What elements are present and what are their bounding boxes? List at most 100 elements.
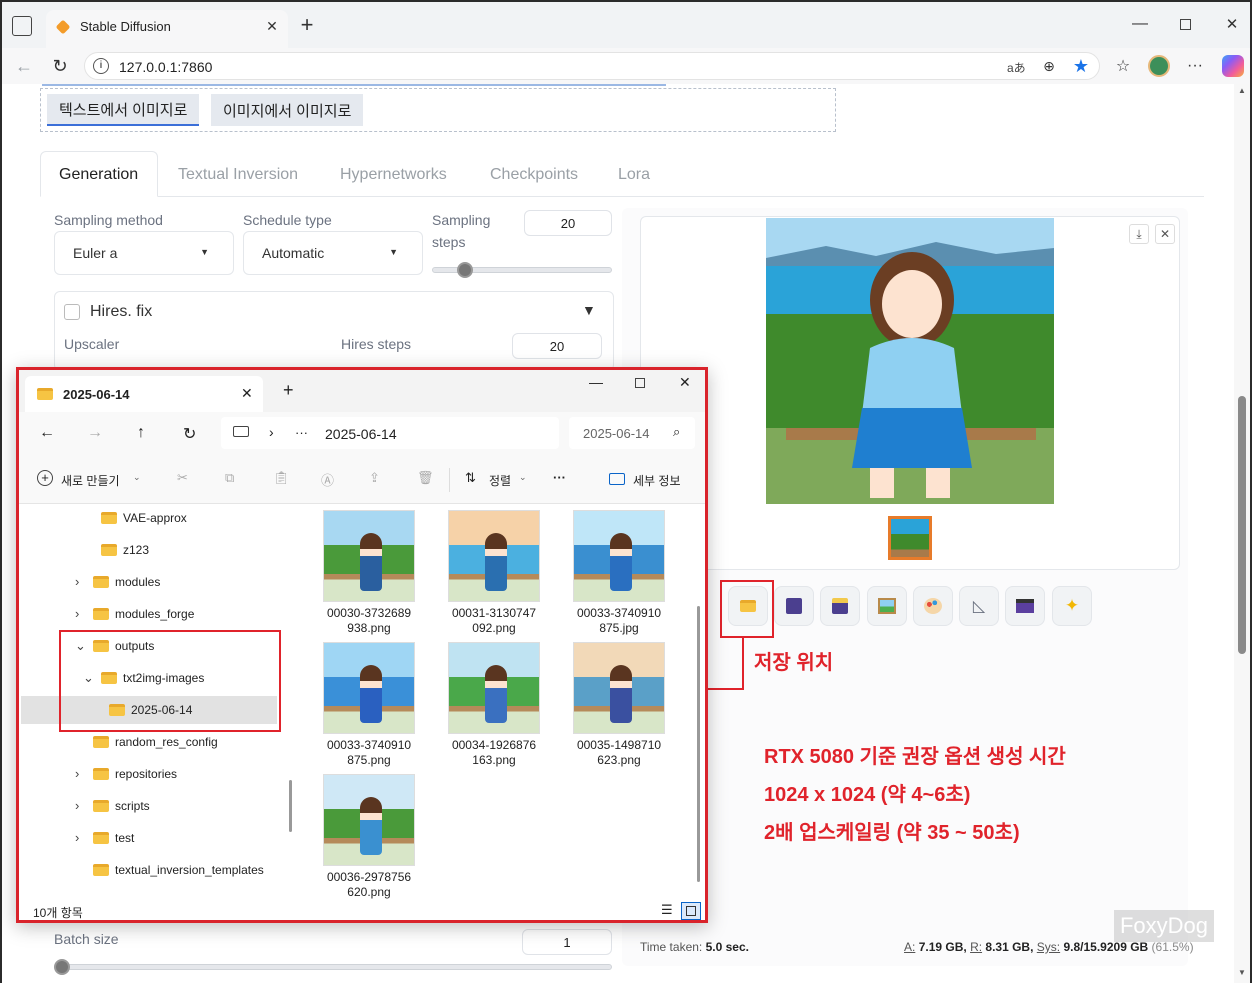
- hires-steps-input[interactable]: 20: [512, 333, 602, 359]
- scroll-up-icon[interactable]: ▲: [1238, 86, 1246, 95]
- file-name[interactable]: 00031-3130747 092.png: [439, 606, 549, 636]
- download-icon[interactable]: ⤓: [1129, 224, 1149, 244]
- sort-button[interactable]: 정렬: [489, 472, 511, 489]
- tree-item[interactable]: VAE-approx: [21, 504, 277, 532]
- forward-icon[interactable]: →: [87, 424, 103, 442]
- new-tab-button[interactable]: +: [296, 12, 318, 37]
- breadcrumb-current[interactable]: 2025-06-14: [325, 426, 397, 442]
- up-icon[interactable]: ↑: [137, 424, 145, 442]
- tab-textual-inversion[interactable]: Textual Inversion: [178, 166, 298, 184]
- details-view-icon[interactable]: ☰: [661, 902, 673, 918]
- file-name[interactable]: 00036-2978756 620.png: [314, 870, 424, 900]
- sampling-method-dropdown[interactable]: Euler a ▼: [54, 231, 234, 275]
- page-scrollbar[interactable]: ▲ ▼: [1234, 84, 1250, 983]
- more-menu-icon[interactable]: ···: [1184, 55, 1206, 77]
- batch-size-slider[interactable]: [54, 964, 612, 970]
- send-to-img2img-button[interactable]: [867, 586, 907, 626]
- file-name[interactable]: 00034-1926876 163.png: [439, 738, 549, 768]
- breadcrumb[interactable]: › ··· 2025-06-14: [221, 417, 559, 449]
- maximize-icon[interactable]: [635, 378, 645, 388]
- read-aloud-icon[interactable]: aあ: [1007, 59, 1026, 76]
- sampling-steps-slider-handle[interactable]: [456, 262, 473, 278]
- details-button[interactable]: 세부 정보: [633, 472, 681, 489]
- chevron-right-icon[interactable]: ›: [75, 766, 79, 781]
- tab-hypernetworks[interactable]: Hypernetworks: [340, 166, 447, 184]
- tree-item[interactable]: z123: [21, 536, 277, 564]
- zip-save-button[interactable]: [820, 586, 860, 626]
- tree-item[interactable]: › modules_forge: [21, 600, 277, 628]
- collapse-triangle-icon[interactable]: ▼: [582, 302, 596, 318]
- more-options-button[interactable]: ···: [553, 470, 566, 485]
- file-name[interactable]: 00033-3740910 875.jpg: [564, 606, 674, 636]
- breadcrumb-ellipsis[interactable]: ···: [295, 425, 308, 440]
- close-window-icon[interactable]: ✕: [1222, 14, 1242, 34]
- scroll-down-icon[interactable]: ▼: [1238, 968, 1246, 977]
- chevron-right-icon[interactable]: ›: [75, 574, 79, 589]
- send-to-inpaint-button[interactable]: [913, 586, 953, 626]
- grid-scrollbar[interactable]: [697, 606, 700, 882]
- delete-icon[interactable]: 🗑︎: [417, 470, 434, 486]
- site-info-icon[interactable]: i: [93, 58, 109, 74]
- tree-item[interactable]: › test: [21, 824, 277, 852]
- back-icon[interactable]: ←: [12, 54, 36, 78]
- tree-item[interactable]: › scripts: [21, 792, 277, 820]
- profile-avatar[interactable]: [1148, 55, 1170, 77]
- new-button[interactable]: 새로 만들기: [61, 472, 120, 489]
- close-tab-icon[interactable]: ✕: [241, 385, 253, 402]
- copy-icon[interactable]: ⧉: [225, 470, 234, 486]
- save-button[interactable]: [774, 586, 814, 626]
- file-thumbnail[interactable]: [323, 642, 415, 734]
- tab-generation[interactable]: Generation: [40, 151, 158, 197]
- schedule-type-dropdown[interactable]: Automatic ▼: [243, 231, 423, 275]
- chevron-right-icon[interactable]: ›: [75, 798, 79, 813]
- chevron-right-icon[interactable]: ›: [75, 606, 79, 621]
- file-name[interactable]: 00035-1498710 623.png: [564, 738, 674, 768]
- file-thumbnail[interactable]: [448, 642, 540, 734]
- address-bar[interactable]: i 127.0.0.1:7860 aあ ⊕ ★: [84, 52, 1100, 80]
- file-thumbnail[interactable]: [323, 774, 415, 866]
- file-thumbnail[interactable]: [448, 510, 540, 602]
- scroll-thumb[interactable]: [1238, 396, 1246, 654]
- back-icon[interactable]: ←: [39, 424, 55, 442]
- file-thumbnail[interactable]: [573, 510, 665, 602]
- refresh-icon[interactable]: ↻: [183, 424, 196, 444]
- file-name[interactable]: 00033-3740910 875.png: [314, 738, 424, 768]
- new-tab-button[interactable]: +: [283, 380, 294, 401]
- tab-lora[interactable]: Lora: [618, 166, 650, 184]
- minimize-icon[interactable]: —: [1130, 14, 1150, 34]
- large-icons-view-icon[interactable]: [681, 902, 701, 920]
- tree-scrollbar[interactable]: [289, 780, 292, 832]
- tree-item[interactable]: textual_inversion_templates: [21, 856, 277, 884]
- minimize-icon[interactable]: —: [589, 374, 603, 390]
- close-tab-icon[interactable]: ✕: [262, 16, 282, 36]
- file-thumbnail[interactable]: [573, 642, 665, 734]
- explorer-tab[interactable]: 2025-06-14 ✕: [25, 376, 263, 412]
- url-text[interactable]: 127.0.0.1:7860: [119, 59, 212, 75]
- tree-item[interactable]: › repositories: [21, 760, 277, 788]
- maximize-icon[interactable]: [1180, 19, 1191, 30]
- refresh-icon[interactable]: ↻: [48, 54, 72, 78]
- sparkle-button[interactable]: ✦: [1052, 586, 1092, 626]
- hires-fix-checkbox[interactable]: [64, 304, 80, 320]
- gallery-thumbnail[interactable]: [888, 516, 932, 560]
- chevron-right-icon[interactable]: ›: [75, 830, 79, 845]
- search-box[interactable]: 2025-06-14 ⌕: [569, 417, 695, 449]
- sampling-steps-input[interactable]: 20: [524, 210, 612, 236]
- zoom-icon[interactable]: ⊕: [1040, 57, 1058, 75]
- close-image-icon[interactable]: ✕: [1155, 224, 1175, 244]
- tab-actions-icon[interactable]: [12, 16, 32, 36]
- generated-image[interactable]: [766, 218, 1054, 504]
- copilot-icon[interactable]: [1222, 55, 1244, 77]
- file-thumbnail[interactable]: [323, 510, 415, 602]
- cut-icon[interactable]: ✂: [177, 470, 188, 486]
- tree-item[interactable]: random_res_config: [21, 728, 277, 756]
- batch-size-input[interactable]: 1: [522, 929, 612, 955]
- close-window-icon[interactable]: ✕: [679, 374, 691, 391]
- file-name[interactable]: 00030-3732689 938.png: [314, 606, 424, 636]
- paste-icon[interactable]: 📋︎: [273, 470, 290, 486]
- send-to-video-button[interactable]: [1005, 586, 1045, 626]
- tab-img2img[interactable]: 이미지에서 이미지로: [211, 94, 364, 126]
- rename-icon[interactable]: Ⓐ: [321, 470, 334, 489]
- favorites-icon[interactable]: ☆: [1112, 55, 1134, 77]
- tab-txt2img[interactable]: 텍스트에서 이미지로: [47, 94, 200, 126]
